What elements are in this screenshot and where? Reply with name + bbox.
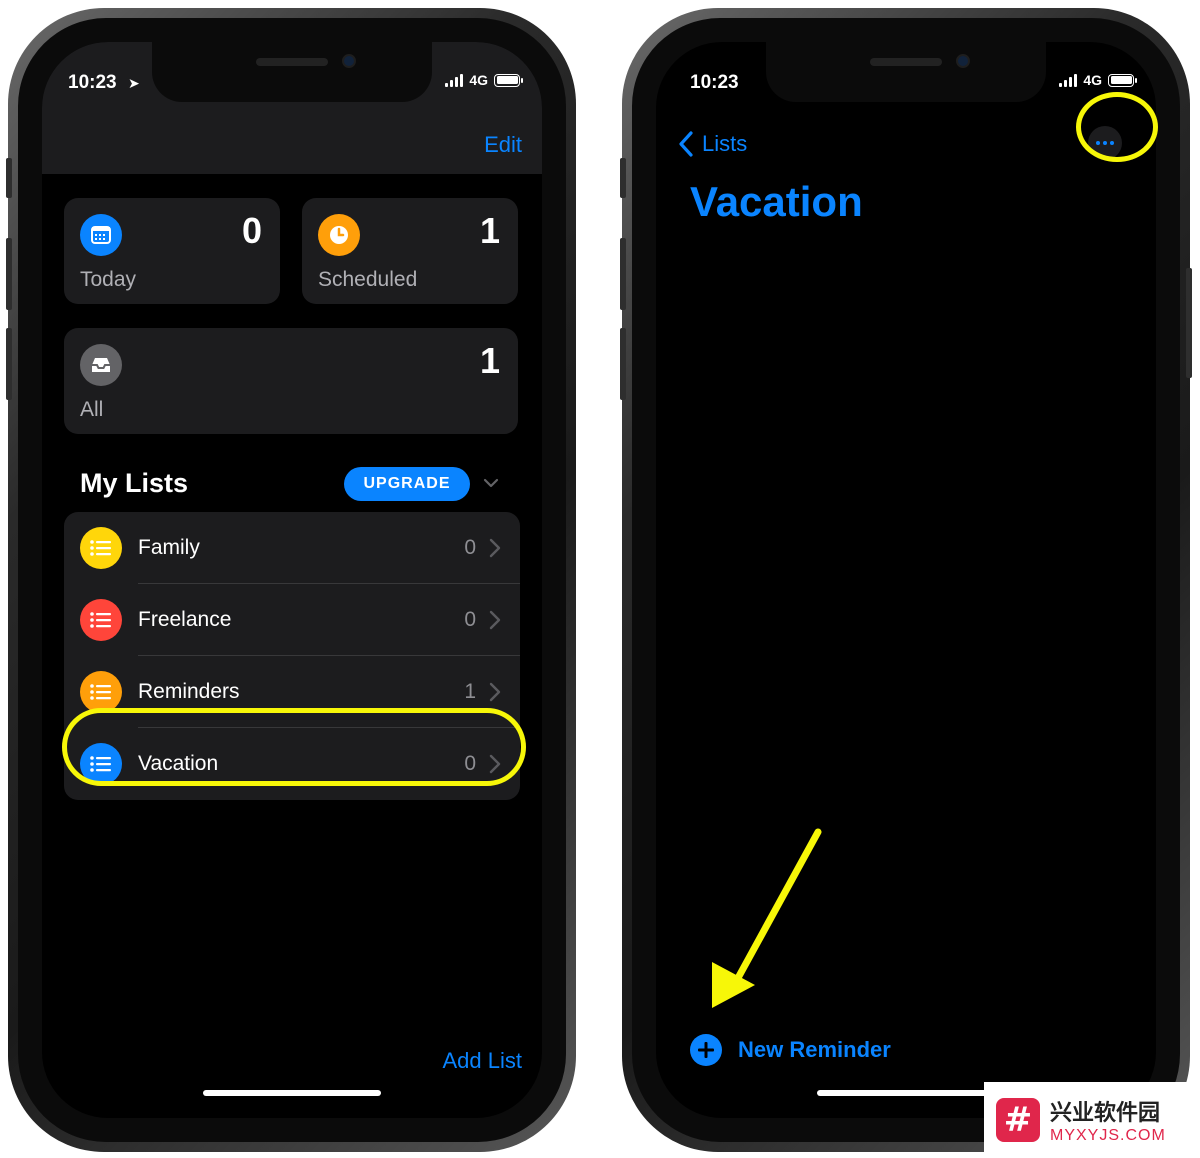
battery-icon [1108,73,1137,87]
my-lists-title: My Lists [80,468,189,498]
back-label: Lists [702,131,748,156]
status-time: 10:23 [68,72,117,93]
notch [152,42,432,102]
list-item-family[interactable]: Family 0 [64,512,520,584]
calendar-icon [80,214,122,256]
right-screen: 10:23 4G Lists Vacation New Reminder [656,42,1156,1118]
speaker [256,58,328,66]
volume-up-button [6,238,12,310]
side-button [6,158,12,198]
scheduled-card[interactable]: 1 Scheduled [302,198,518,304]
clock-icon [318,214,360,256]
status-right: 4G [1059,72,1137,88]
chevron-down-icon[interactable] [482,474,500,492]
watermark-en: MYXYJS.COM [1050,1127,1166,1144]
volume-down-button [6,328,12,400]
list-item-count: 0 [464,752,476,775]
my-lists: Family 0 Freelance 0 Reminders 1 Vacatio… [64,512,520,800]
front-camera [956,54,970,68]
scheduled-label: Scheduled [318,268,418,291]
watermark-logo: # [996,1098,1040,1142]
left-bezel: 10:23 ➤ 4G Edit 0 Today 1 Scheduled 1 Al… [18,18,566,1142]
new-reminder-label: New Reminder [738,1037,891,1062]
network-type: 4G [469,72,488,88]
notch [766,42,1046,102]
today-card[interactable]: 0 Today [64,198,280,304]
left-phone-frame: 10:23 ➤ 4G Edit 0 Today 1 Scheduled 1 Al… [6,8,576,1152]
chevron-right-icon [489,610,501,630]
ellipsis-icon [1096,141,1100,145]
plus-circle-icon [690,1034,722,1066]
list-item-count: 1 [464,680,476,703]
home-indicator[interactable] [817,1090,995,1096]
chevron-right-icon [489,754,501,774]
upgrade-button[interactable]: UPGRADE [344,467,470,501]
battery-icon [494,73,523,87]
list-bullet-icon [80,671,122,713]
right-phone-frame: 10:23 4G Lists Vacation New Reminder [620,8,1192,1152]
right-bezel: 10:23 4G Lists Vacation New Reminder [632,18,1180,1142]
all-count: 1 [479,340,500,381]
signal-bars-icon [1059,73,1078,87]
power-button [1186,268,1192,378]
list-item-label: Family [138,536,200,559]
all-label: All [80,398,104,421]
scheduled-count: 1 [479,210,500,251]
front-camera [342,54,356,68]
signal-bars-icon [445,73,464,87]
side-button [620,158,626,198]
list-item-label: Reminders [138,680,240,703]
tray-icon [80,344,122,386]
today-label: Today [80,268,137,291]
chevron-right-icon [489,538,501,558]
list-item-freelance[interactable]: Freelance 0 [64,584,520,656]
list-bullet-icon [80,743,122,785]
location-arrow-icon: ➤ [128,75,140,91]
watermark-cn: 兴业软件园 [1050,1101,1161,1126]
status-right: 4G [445,72,523,88]
new-reminder-button[interactable]: New Reminder [690,1034,891,1066]
page-title: Vacation [690,178,863,225]
add-list-button[interactable]: Add List [443,1048,523,1074]
more-options-button[interactable] [1088,126,1122,160]
watermark: # 兴业软件园 MYXYJS.COM [984,1082,1200,1158]
list-item-count: 0 [464,536,476,559]
list-item-reminders[interactable]: Reminders 1 [64,656,520,728]
list-item-label: Freelance [138,608,232,631]
watermark-text: 兴业软件园 MYXYJS.COM [1050,1095,1166,1145]
chevron-right-icon [489,682,501,702]
volume-down-button [620,328,626,400]
left-screen: 10:23 ➤ 4G Edit 0 Today 1 Scheduled 1 Al… [42,42,542,1118]
list-bullet-icon [80,599,122,641]
chevron-left-icon [679,131,693,157]
list-item-count: 0 [464,608,476,631]
volume-up-button [620,238,626,310]
network-type: 4G [1083,72,1102,88]
home-indicator[interactable] [203,1090,381,1096]
back-button[interactable]: Lists [678,130,747,158]
list-item-vacation[interactable]: Vacation 0 [64,728,520,800]
edit-button[interactable]: Edit [484,132,522,158]
list-item-label: Vacation [138,752,219,775]
all-card[interactable]: 1 All [64,328,518,434]
today-count: 0 [241,210,262,251]
list-bullet-icon [80,527,122,569]
speaker [870,58,942,66]
status-time: 10:23 [690,72,739,93]
